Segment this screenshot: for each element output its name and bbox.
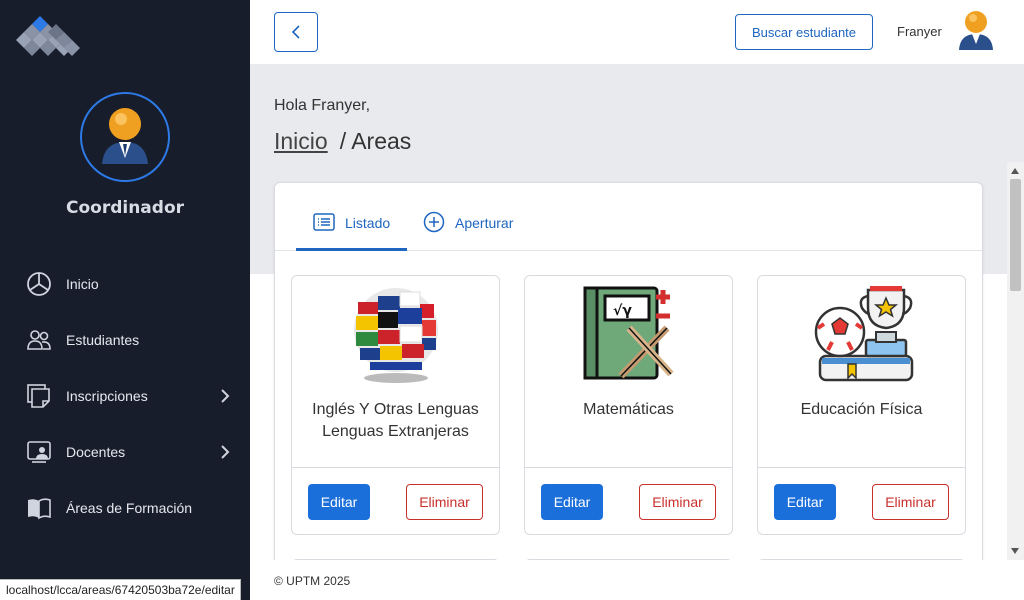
sidebar-item-areas[interactable]: Áreas de Formación <box>0 480 250 536</box>
area-title-line: Lenguas Extranjeras <box>322 423 469 440</box>
logo-icon[interactable] <box>16 16 80 58</box>
copyright: © UPTM 2025 <box>274 574 351 588</box>
tab-label: Aperturar <box>455 215 514 231</box>
book-icon <box>26 495 52 521</box>
area-title: Inglés Y Otras Lenguas Lenguas Extranjer… <box>298 399 493 443</box>
delete-button[interactable]: Eliminar <box>639 484 716 520</box>
forms-icon <box>26 383 52 409</box>
sidebar-item-label: Inicio <box>66 276 99 292</box>
area-title: Educación Física <box>764 399 959 421</box>
chevron-right-icon <box>221 389 230 403</box>
sidebar-item-inscripciones[interactable]: Inscripciones <box>0 368 250 424</box>
pie-chart-icon <box>26 271 52 297</box>
svg-text:√γ: √γ <box>613 303 632 319</box>
tabs-bar: Listado Aperturar <box>275 183 982 251</box>
card-footer: Editar Eliminar <box>292 467 499 534</box>
tab-label: Listado <box>345 215 391 231</box>
avatar <box>80 92 170 182</box>
user-avatar-icon[interactable] <box>956 8 996 52</box>
sidebar-nav: Inicio Estudiantes Inscripciones Docente… <box>0 256 250 536</box>
sidebar-item-label: Inscripciones <box>66 388 148 404</box>
delete-button[interactable]: Eliminar <box>406 484 483 520</box>
chevron-left-icon <box>291 25 300 39</box>
area-card: √γ Matemáticas Editar Eliminar <box>524 275 733 535</box>
delete-button[interactable]: Eliminar <box>872 484 949 520</box>
breadcrumb: Inicio / Areas <box>274 128 411 155</box>
search-student-button[interactable]: Buscar estudiante <box>735 14 873 50</box>
sidebar-item-docentes[interactable]: Docentes <box>0 424 250 480</box>
sidebar-item-label: Estudiantes <box>66 332 140 348</box>
area-title-line: Educación Física <box>800 401 923 418</box>
teacher-icon <box>26 439 52 465</box>
card-footer: Editar Eliminar <box>758 467 965 534</box>
breadcrumb-current: Areas <box>351 128 412 154</box>
area-title-line: Inglés Y Otras Lenguas <box>312 401 479 418</box>
sidebar-item-label: Áreas de Formación <box>66 500 193 516</box>
breadcrumb-home-link[interactable]: Inicio <box>274 128 328 154</box>
tab-listado[interactable]: Listado <box>296 201 407 251</box>
area-title-line: Matemáticas <box>583 401 674 418</box>
edit-button[interactable]: Editar <box>774 484 836 520</box>
card-footer: Editar Eliminar <box>525 467 732 534</box>
area-card: Inglés Y Otras Lenguas Lenguas Extranjer… <box>291 275 500 535</box>
sidebar-item-estudiantes[interactable]: Estudiantes <box>0 312 250 368</box>
list-icon <box>313 213 335 231</box>
math-notebook-icon: √γ <box>583 286 674 380</box>
plus-circle-icon <box>423 211 445 233</box>
tab-aperturar[interactable]: Aperturar <box>423 201 543 251</box>
sidebar: Coordinador Inicio Estudiantes Inscripci… <box>0 0 250 600</box>
area-card: Educación Física Editar Eliminar <box>757 275 966 535</box>
edit-button[interactable]: Editar <box>308 484 370 520</box>
scroll-down-arrow-icon[interactable] <box>1011 548 1019 554</box>
vertical-scrollbar[interactable] <box>1007 162 1024 560</box>
username: Franyer <box>897 24 942 39</box>
areas-panel: Listado Aperturar Inglés Y Otras Lenguas… <box>274 182 983 582</box>
users-icon <box>26 327 52 353</box>
edit-button[interactable]: Editar <box>541 484 603 520</box>
scrollbar-thumb[interactable] <box>1010 179 1021 291</box>
breadcrumb-separator: / <box>339 128 347 154</box>
chevron-right-icon <box>221 445 230 459</box>
globe-flags-icon <box>353 288 438 383</box>
greeting: Hola Franyer, <box>274 97 371 114</box>
sidebar-item-inicio[interactable]: Inicio <box>0 256 250 312</box>
status-bar-url: localhost/lcca/areas/67420503ba72e/edita… <box>0 579 241 600</box>
back-button[interactable] <box>274 12 318 52</box>
user-role: Coordinador <box>65 198 185 218</box>
area-title: Matemáticas <box>531 399 726 421</box>
top-header: Buscar estudiante Franyer <box>250 0 1024 64</box>
footer <box>250 560 1024 600</box>
scroll-up-arrow-icon[interactable] <box>1011 168 1019 174</box>
sports-trophy-icon <box>814 286 913 382</box>
sidebar-item-label: Docentes <box>66 444 126 460</box>
user-avatar-icon <box>102 108 148 164</box>
